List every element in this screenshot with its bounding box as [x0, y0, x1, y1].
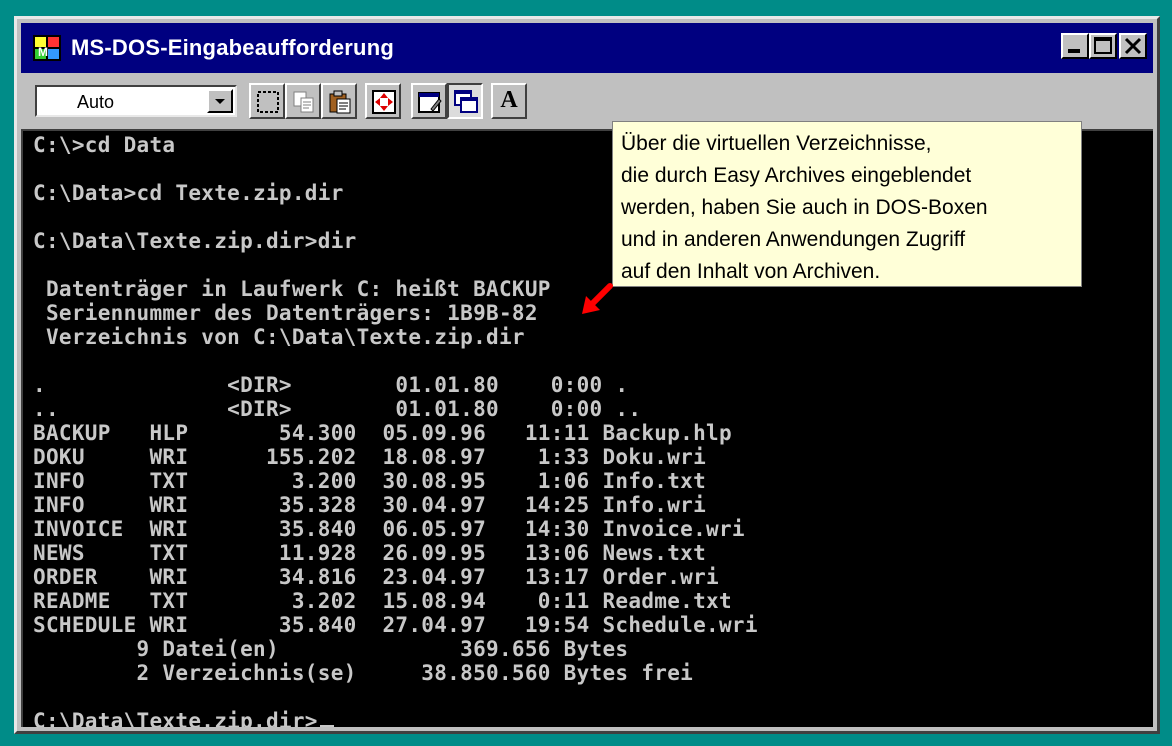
font-size-value: Auto: [77, 92, 115, 112]
red-arrow-icon: [582, 283, 613, 314]
minimize-button[interactable]: [1061, 33, 1089, 59]
dropdown-button[interactable]: [207, 89, 233, 113]
background-icon: [454, 90, 478, 113]
fullscreen-icon: [372, 90, 396, 114]
callout-line: werden, haben Sie auch in DOS-Boxen: [621, 196, 988, 219]
close-button[interactable]: [1119, 33, 1147, 59]
console-line: Verzeichnis von C:\Data\Texte.zip.dir: [33, 325, 525, 349]
chevron-down-icon: [215, 99, 225, 104]
properties-button[interactable]: [411, 83, 447, 119]
background-button[interactable]: [447, 83, 483, 119]
svg-text:M: M: [38, 45, 48, 59]
console-line: C:\Data>cd Texte.zip.dir: [33, 181, 344, 205]
copy-button[interactable]: [285, 83, 321, 119]
console-line: DOKU WRI 155.202 18.08.97 1:33 Doku.wri: [33, 445, 707, 469]
console-line: ORDER WRI 34.816 23.04.97 13:17 Order.wr…: [33, 565, 719, 589]
console-line: NEWS TXT 11.928 26.09.95 13:06 News.txt: [33, 541, 707, 565]
console-line: INFO TXT 3.200 30.08.95 1:06 Info.txt: [33, 469, 707, 493]
properties-icon: [418, 92, 442, 113]
mark-icon: [257, 91, 279, 113]
console-line: SCHEDULE WRI 35.840 27.04.97 19:54 Sched…: [33, 613, 758, 637]
console-line: 2 Verzeichnis(se) 38.850.560 Bytes frei: [33, 661, 694, 685]
title-bar[interactable]: M MS-DOS-Eingabeaufforderung: [21, 23, 1153, 73]
paste-icon: [329, 90, 351, 114]
console-line: 9 Datei(en) 369.656 Bytes: [33, 637, 629, 661]
maximize-button[interactable]: [1089, 33, 1117, 59]
callout-line: die durch Easy Archives eingeblendet: [621, 164, 972, 187]
console-line: README TXT 3.202 15.08.94 0:11 Readme.tx…: [33, 589, 732, 613]
console-line: Datenträger in Laufwerk C: heißt BACKUP: [33, 277, 551, 301]
font-icon: A: [500, 87, 518, 113]
window-title: MS-DOS-Eingabeaufforderung: [71, 35, 394, 60]
font-button[interactable]: A: [491, 83, 527, 119]
callout-line: auf den Inhalt von Archiven.: [621, 260, 881, 283]
console-line: C:\>cd Data: [33, 133, 176, 157]
minimize-icon: [1068, 49, 1080, 53]
prompt-text: C:\Data\Texte.zip.dir>: [33, 709, 318, 727]
console-line: .. <DIR> 01.01.80 0:00 ..: [33, 397, 642, 421]
msdos-app-icon: M: [33, 35, 61, 61]
console-line: INVOICE WRI 35.840 06.05.97 14:30 Invoic…: [33, 517, 745, 541]
maximize-icon: [1094, 37, 1112, 54]
console-line: . <DIR> 01.01.80 0:00 .: [33, 373, 629, 397]
command-prompt[interactable]: C:\Data\Texte.zip.dir>: [33, 709, 334, 727]
console-line: BACKUP HLP 54.300 05.09.96 11:11 Backup.…: [33, 421, 732, 445]
callout-line: Über die virtuellen Verzeichnisse,: [621, 132, 932, 155]
font-size-select[interactable]: Auto: [35, 85, 237, 117]
paste-button[interactable]: [321, 83, 357, 119]
console-line: C:\Data\Texte.zip.dir>dir: [33, 229, 357, 253]
console-line: INFO WRI 35.328 30.04.97 14:25 Info.wri: [33, 493, 707, 517]
copy-icon: [293, 91, 314, 113]
toolbar: Auto A: [21, 75, 1153, 127]
mark-button[interactable]: [249, 83, 285, 119]
fullscreen-button[interactable]: [365, 83, 401, 119]
console-line: Seriennummer des Datenträgers: 1B9B-82: [33, 301, 538, 325]
text-cursor: [319, 725, 334, 727]
info-callout: Über die virtuellen Verzeichnisse, die d…: [612, 121, 1082, 287]
close-icon: [1124, 37, 1142, 55]
callout-line: und in anderen Anwendungen Zugriff: [621, 228, 966, 251]
